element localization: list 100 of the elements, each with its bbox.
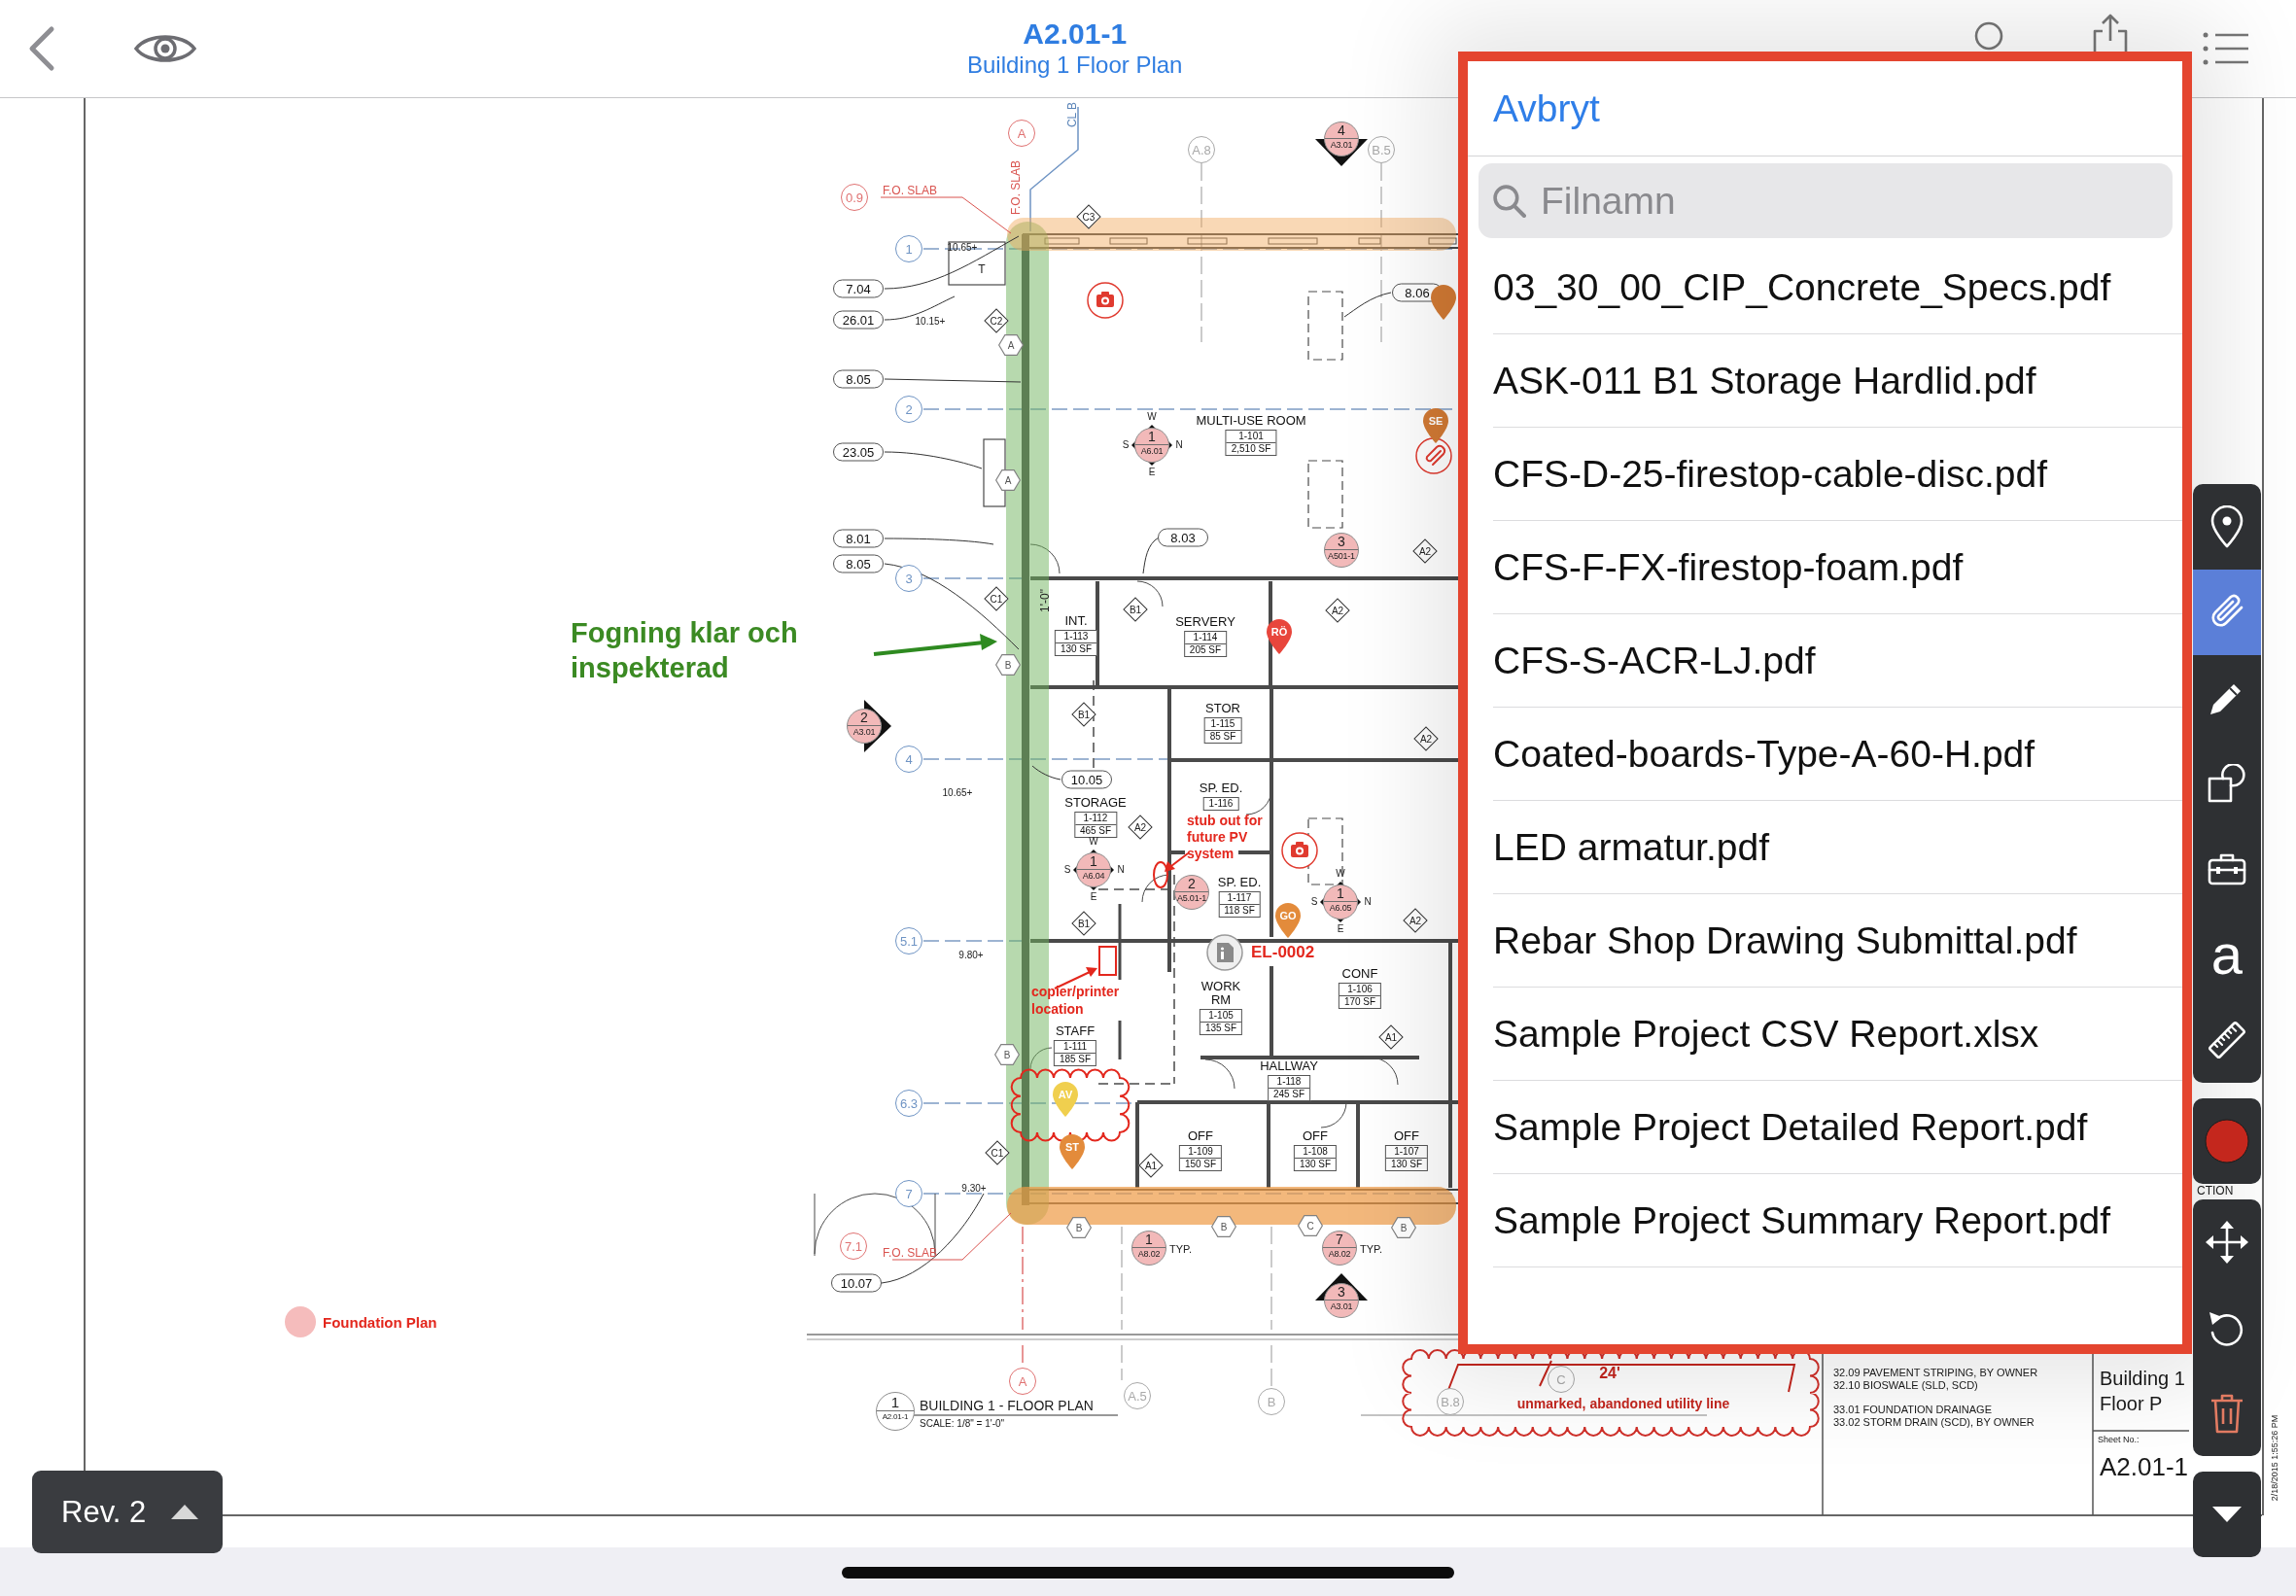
file-row[interactable]: Sample Project CSV Report.xlsx: [1493, 988, 2182, 1081]
section-number: 3: [1325, 534, 1358, 550]
grid-bubble: 3: [895, 565, 922, 592]
drawing-number: 1: [877, 1393, 914, 1411]
file-row[interactable]: CFS-D-25-firestop-cable-disc.pdf: [1493, 428, 2182, 521]
camera-icon[interactable]: [1281, 832, 1318, 869]
file-row[interactable]: ASK-011 B1 Storage Hardlid.pdf: [1493, 334, 2182, 428]
keynote-text: 33.01 FOUNDATION DRAINAGE: [1833, 1404, 1992, 1416]
plan-label: F.O. SLAB: [883, 1247, 937, 1259]
room-number: 1-108: [1302, 1146, 1329, 1158]
plot-timestamp: 2/18/2015 1:55:26 PM: [2271, 1414, 2280, 1502]
grid-bubble: C: [1548, 1366, 1575, 1393]
diamond-tag: A2: [1128, 815, 1153, 840]
share-button[interactable]: [2091, 14, 2130, 52]
sheet-title-text: Floor P: [2100, 1393, 2163, 1414]
grid-bubble: A.5: [1124, 1382, 1151, 1409]
file-row[interactable]: 03_30_00_CIP_Concrete_Specs.pdf: [1493, 241, 2182, 334]
file-row[interactable]: Sample Project Summary Report.pdf: [1493, 1174, 2182, 1267]
file-row[interactable]: Coated-boards-Type-A-60-H.pdf: [1493, 708, 2182, 801]
section-number: 1: [1324, 885, 1357, 902]
compass-letter: N: [1364, 897, 1372, 907]
list-button[interactable]: [2202, 32, 2250, 65]
color-swatch-icon: [2205, 1119, 2249, 1163]
tool-button[interactable]: a: [2193, 912, 2261, 997]
dimension-text: 10.65+: [942, 786, 973, 798]
hexagon-tag: A: [995, 469, 1021, 491]
dimension-text: 10.15+: [915, 315, 946, 327]
keynote-text: 32.10 BIOSWALE (SLD, SCD): [1833, 1379, 1978, 1392]
room-name: WORK RM: [1200, 980, 1242, 1007]
diamond-tag: A2: [1413, 726, 1439, 751]
room-number: 1-107: [1393, 1146, 1420, 1158]
room-area: 205 SF: [1184, 643, 1227, 656]
dot-icon: [285, 1306, 316, 1337]
markup-arrow: [1165, 852, 1189, 872]
room-number: 1-113: [1062, 631, 1090, 642]
file-row[interactable]: Rebar Shop Drawing Submittal.pdf: [1493, 894, 2182, 988]
search-button[interactable]: [1974, 21, 2005, 51]
keynote-tag: 23.05: [833, 442, 884, 462]
search-field[interactable]: Filnamn: [1478, 163, 2173, 238]
keynote-tag: 10.05: [1061, 770, 1112, 789]
file-row[interactable]: CFS-F-FX-firestop-foam.pdf: [1493, 521, 2182, 614]
file-row[interactable]: CFS-S-ACR-LJ.pdf: [1493, 614, 2182, 708]
drawing-scale: SCALE: 1/8" = 1'-0": [920, 1418, 1005, 1429]
map-pin[interactable]: RÖ: [1266, 618, 1293, 655]
plan-label: F.O. SLAB: [883, 185, 937, 196]
grid-bubble: A: [1008, 120, 1035, 147]
section-number: 1: [1132, 1232, 1165, 1248]
document-icon[interactable]: [1206, 934, 1243, 971]
map-pin-icon: [2210, 505, 2244, 548]
room-name: STORAGE: [1064, 796, 1127, 810]
markup-rectangle: [1098, 946, 1117, 976]
grid-bubble: 5.1: [895, 927, 922, 954]
drawing-title: BUILDING 1 - FLOOR PLAN: [920, 1399, 1094, 1414]
compass-letter: W: [1147, 412, 1157, 422]
file-row[interactable]: LED armatur.pdf: [1493, 801, 2182, 894]
room-name: INT.: [1064, 614, 1088, 628]
sheet-number: A2.01-1: [2100, 1453, 2189, 1481]
hexagon-tag: B: [1391, 1217, 1416, 1238]
diamond-tag: C1: [984, 586, 1009, 611]
compass-letter: S: [1063, 865, 1071, 875]
dimension-text: 9.30+: [961, 1182, 987, 1194]
room-name: OFF: [1394, 1129, 1419, 1143]
diamond-tag: A1: [1378, 1024, 1404, 1050]
tool-button[interactable]: [2193, 1472, 2261, 1557]
file-row[interactable]: Sample Project Detailed Report.pdf: [1493, 1081, 2182, 1174]
keynote-tag: 7.04: [833, 279, 884, 298]
share-icon: [2091, 14, 2130, 52]
title-block-label: CTION: [2197, 1185, 2234, 1198]
grid-bubble: A.8: [1188, 136, 1215, 163]
map-pin-icon[interactable]: [1430, 284, 1457, 321]
hexagon-tag: B: [995, 654, 1021, 676]
diamond-tag: A2: [1403, 908, 1428, 933]
revision-button[interactable]: Rev. 2: [32, 1471, 223, 1553]
compass-letter: S: [1310, 897, 1318, 907]
diamond-tag: B1: [1123, 597, 1148, 622]
section-number: 4: [1325, 122, 1358, 139]
compass-letter: N: [1117, 865, 1125, 875]
grid-bubble: 6.3: [895, 1090, 922, 1117]
compass-letter: S: [1122, 440, 1130, 450]
room-area: 185 SF: [1054, 1053, 1096, 1065]
diamond-tag: A1: [1138, 1153, 1164, 1178]
trash-icon: [2209, 1393, 2244, 1434]
cancel-button[interactable]: Avbryt: [1483, 87, 1610, 130]
sheet-reference: A6.01: [1140, 445, 1164, 458]
room-area: 135 SF: [1200, 1022, 1242, 1034]
sheet-subtitle: Building 1 Floor Plan: [967, 51, 1183, 80]
grid-bubble: B.8: [1437, 1388, 1464, 1415]
room-area: 2,510 SF: [1226, 442, 1276, 455]
camera-icon[interactable]: [1087, 282, 1124, 319]
sheet-reference: A3.01: [852, 726, 876, 739]
room-number: 1-114: [1192, 632, 1219, 643]
sheet-reference: A3.01: [1330, 139, 1353, 152]
room-number: 1-105: [1207, 1010, 1235, 1022]
room-area: 245 SF: [1268, 1088, 1310, 1100]
room-name: SP. ED.: [1199, 781, 1243, 795]
room-number: 1-106: [1346, 984, 1374, 995]
grid-line: [1270, 1344, 1272, 1387]
room-number: 1-112: [1082, 813, 1109, 824]
paperclip-icon[interactable]: [1415, 437, 1452, 474]
markup-note: copier/printer location: [1031, 983, 1121, 1018]
